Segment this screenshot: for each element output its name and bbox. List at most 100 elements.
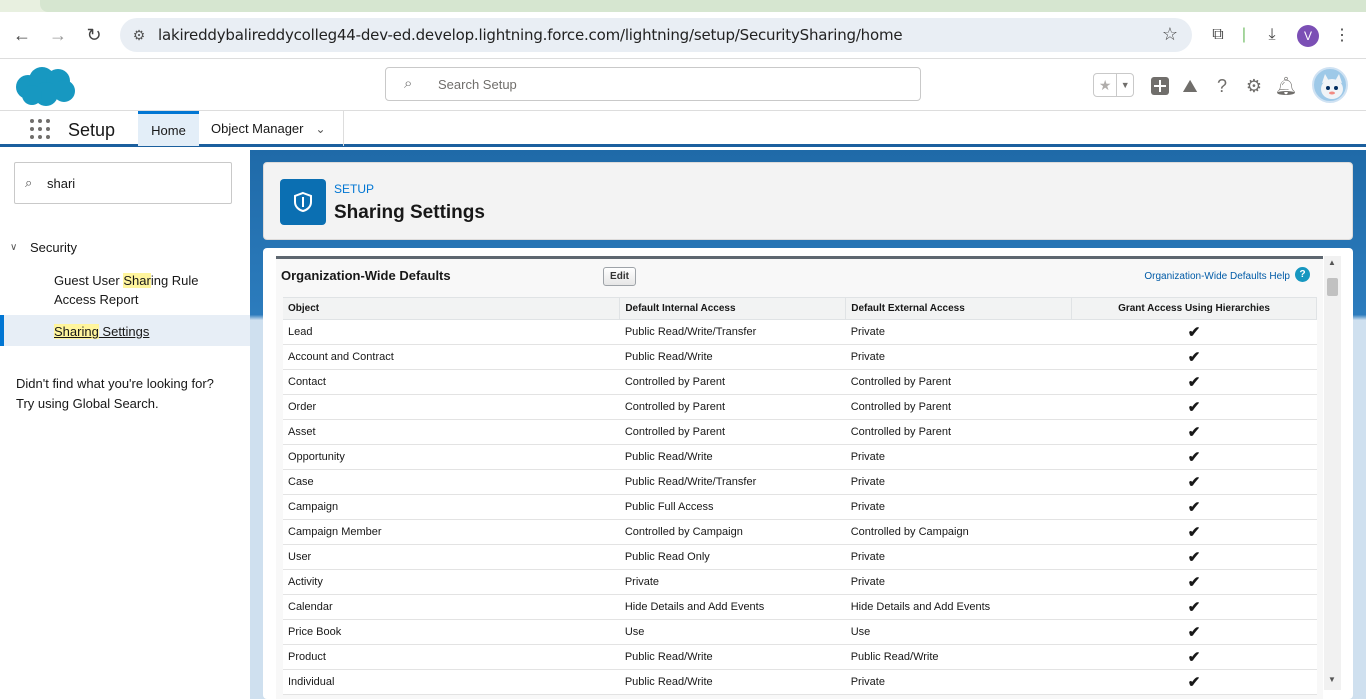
owd-title: Organization-Wide Defaults (281, 268, 451, 283)
bookmark-star-icon[interactable]: ☆ (1162, 24, 1178, 45)
scrollbar[interactable]: ▲ ▼ (1324, 256, 1341, 690)
sidebar-item-guest-user-sharing-report[interactable]: Guest User Sharing Rule Access Report (54, 271, 239, 309)
cell-object: Calendar (283, 594, 620, 620)
tab-home[interactable]: Home (138, 111, 199, 146)
tab-object-manager[interactable]: Object Manager ⌄ (211, 111, 343, 146)
cell-object: Price Book (283, 619, 620, 645)
column-header-hierarchies: Grant Access Using Hierarchies (1071, 297, 1317, 320)
cell-external-access: Hide Details and Add Events (845, 594, 1072, 620)
page-header: SETUP Sharing Settings (263, 162, 1353, 240)
checkmark-icon: ✔ (1071, 644, 1317, 670)
owd-table: Object Default Internal Access Default E… (283, 297, 1317, 695)
tab-home-label: Home (151, 122, 186, 138)
cell-object: Order (283, 394, 620, 420)
salesforce-logo[interactable] (14, 65, 76, 107)
quick-find-value[interactable]: shari (47, 176, 75, 191)
table-row: Campaign Member Controlled by Campaign Con… (283, 519, 1317, 545)
nav-divider (343, 111, 344, 146)
help-icon[interactable]: ? (1295, 267, 1310, 282)
owd-table-body: Lead Public Read/Write/Transfer Private ✔ Ac… (283, 319, 1317, 695)
reload-icon[interactable]: ↻ (81, 22, 107, 48)
cell-external-access: Controlled by Parent (845, 394, 1072, 420)
browser-tabstrip (0, 0, 1366, 12)
more-menu-icon[interactable]: ⋮ (1330, 22, 1354, 48)
cell-internal-access: Public Read/Write (619, 669, 846, 695)
favorites-chevron-icon[interactable]: ▼ (1117, 74, 1133, 96)
help-icon[interactable]: ? (1211, 75, 1233, 97)
cell-external-access: Private (845, 569, 1072, 595)
scroll-down-icon[interactable]: ▼ (1328, 675, 1336, 684)
cell-object: Product (283, 644, 620, 670)
global-header: ⌕ Search Setup ★ ▼ ⛰ ? ⚙ 🔔︎ (0, 58, 1366, 110)
global-search-hint: Try using Global Search. (16, 396, 159, 411)
user-avatar[interactable] (1312, 67, 1348, 103)
search-setup-input[interactable]: ⌕ Search Setup (385, 67, 921, 101)
url-text[interactable]: lakireddybalireddycolleg44-dev-ed.develo… (158, 26, 903, 44)
sidebar-item-sharing-settings[interactable]: Sharing Settings (54, 322, 239, 341)
site-info-icon[interactable]: ⚙ (130, 26, 148, 44)
notifications-bell-icon[interactable]: 🔔︎ (1275, 75, 1298, 97)
owd-help-link[interactable]: Organization-Wide Defaults Help (1144, 271, 1290, 282)
checkmark-icon: ✔ (1071, 319, 1317, 345)
cell-external-access: Private (845, 344, 1072, 370)
gear-icon[interactable]: ⚙ (1243, 75, 1265, 97)
download-icon[interactable]: ⤓ (1260, 22, 1284, 48)
cell-internal-access: Hide Details and Add Events (619, 594, 846, 620)
table-row: Individual Public Read/Write Private ✔ (283, 669, 1317, 695)
table-row: Campaign Public Full Access Private ✔ (283, 494, 1317, 520)
table-row: Price Book Use Use ✔ (283, 619, 1317, 645)
shield-icon (280, 179, 326, 225)
not-found-line: Didn't find what you're looking for? (16, 376, 214, 391)
chevron-down-icon[interactable]: ⌄ (316, 122, 326, 136)
cell-internal-access: Use (619, 619, 846, 645)
back-arrow-icon[interactable]: ← (9, 22, 35, 48)
cell-object: Campaign Member (283, 519, 620, 545)
table-row: Account and Contract Public Read/Write Pri… (283, 344, 1317, 370)
tree-section-label: Security (30, 240, 77, 255)
checkmark-icon: ✔ (1071, 494, 1317, 520)
table-row: Asset Controlled by Parent Controlled by P… (283, 419, 1317, 445)
cell-external-access: Use (845, 619, 1072, 645)
trailhead-icon[interactable]: ⛰ (1179, 75, 1201, 97)
table-row: Calendar Hide Details and Add Events Hide … (283, 594, 1317, 620)
checkmark-icon: ✔ (1071, 419, 1317, 445)
cell-internal-access: Public Read/Write/Transfer (619, 319, 846, 345)
favorite-star-icon[interactable]: ★ (1094, 74, 1118, 96)
edit-button[interactable]: Edit (603, 267, 636, 286)
table-row: Lead Public Read/Write/Transfer Private ✔ (283, 319, 1317, 345)
owd-section: Organization-Wide Defaults Edit Organiza… (276, 256, 1323, 699)
profile-avatar[interactable]: V (1297, 25, 1319, 47)
scroll-up-icon[interactable]: ▲ (1328, 258, 1336, 267)
forward-arrow-icon[interactable]: → (45, 22, 71, 48)
cell-external-access: Private (845, 319, 1072, 345)
address-bar[interactable]: ⚙ lakireddybalireddycolleg44-dev-ed.deve… (120, 18, 1192, 52)
context-navbar: Setup Home Object Manager ⌄ (0, 110, 1366, 147)
column-header-external: Default External Access (845, 297, 1073, 320)
app-launcher-icon[interactable] (30, 119, 50, 139)
checkmark-icon: ✔ (1071, 544, 1317, 570)
extensions-icon[interactable]: ⧉ (1206, 22, 1230, 48)
cell-external-access: Controlled by Campaign (845, 519, 1072, 545)
table-row: Contact Controlled by Parent Controlled by… (283, 369, 1317, 395)
quick-find-input[interactable]: ⌕ shari (14, 162, 232, 204)
favorites-button[interactable]: ★ ▼ (1093, 73, 1134, 97)
checkmark-icon: ✔ (1071, 369, 1317, 395)
tab-object-manager-label: Object Manager (211, 121, 304, 136)
browser-toolbar: ← → ↻ ⚙ lakireddybalireddycolleg44-dev-e… (0, 12, 1366, 58)
table-row: Opportunity Public Read/Write Private ✔ (283, 444, 1317, 470)
cell-object: Campaign (283, 494, 620, 520)
scroll-thumb[interactable] (1327, 278, 1338, 296)
page-eyebrow: SETUP (334, 182, 375, 196)
browser-tab[interactable] (40, 0, 480, 12)
cell-object: Contact (283, 369, 620, 395)
cell-object: User (283, 544, 620, 570)
cell-external-access: Controlled by Parent (845, 369, 1072, 395)
cell-internal-access: Public Read Only (619, 544, 846, 570)
checkmark-icon: ✔ (1071, 444, 1317, 470)
chevron-down-icon[interactable]: ∨ (10, 242, 24, 253)
global-actions-icon[interactable] (1149, 75, 1171, 97)
tree-section-security[interactable]: ∨ Security (10, 240, 77, 255)
cell-external-access: Private (845, 669, 1072, 695)
column-header-internal: Default Internal Access (619, 297, 847, 320)
cell-internal-access: Controlled by Campaign (619, 519, 846, 545)
